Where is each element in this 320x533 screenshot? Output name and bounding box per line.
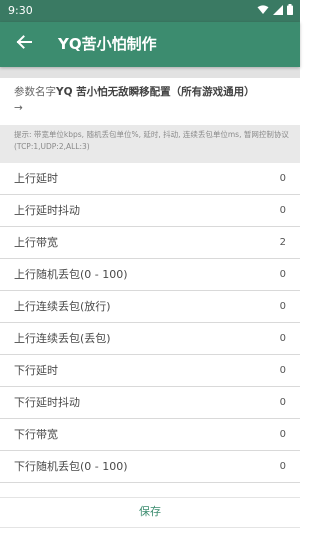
param-row-downlink-delay[interactable]: 下行延时 0 bbox=[0, 355, 300, 387]
param-list: 上行延时 0 上行延时抖动 0 上行带宽 2 上行随机丢包(0 - 100) 0… bbox=[0, 163, 300, 483]
status-bar: 9:30 bbox=[0, 0, 300, 22]
config-name-value: YQ 苦小怕无敌瞬移配置（所有游戏通用） bbox=[56, 86, 255, 98]
bottom-divider bbox=[0, 527, 300, 528]
wifi-icon bbox=[257, 4, 269, 18]
param-value: 0 bbox=[279, 333, 286, 344]
param-value: 0 bbox=[279, 301, 286, 312]
param-row-downlink-jitter[interactable]: 下行延时抖动 0 bbox=[0, 387, 300, 419]
param-row-uplink-random-loss[interactable]: 上行随机丢包(0 - 100) 0 bbox=[0, 259, 300, 291]
param-label: 下行随机丢包(0 - 100) bbox=[14, 460, 128, 473]
param-row-uplink-burst-drop[interactable]: 上行连续丢包(丢包) 0 bbox=[0, 323, 300, 355]
param-value: 0 bbox=[279, 205, 286, 216]
param-label: 下行延时抖动 bbox=[14, 396, 80, 409]
param-value: 2 bbox=[279, 237, 286, 248]
config-name-label: 参数名字 bbox=[14, 86, 56, 98]
param-row-downlink-bandwidth[interactable]: 下行带宽 0 bbox=[0, 419, 300, 451]
param-value: 0 bbox=[279, 429, 286, 440]
param-value: 0 bbox=[279, 269, 286, 280]
status-time: 9:30 bbox=[8, 4, 33, 17]
param-row-downlink-random-loss[interactable]: 下行随机丢包(0 - 100) 0 bbox=[0, 451, 300, 483]
param-label: 上行带宽 bbox=[14, 236, 58, 249]
param-label: 上行延时 bbox=[14, 172, 58, 185]
app-bar: YQ苦小怕制作 bbox=[0, 22, 300, 67]
param-value: 0 bbox=[279, 397, 286, 408]
param-label: 上行连续丢包(丢包) bbox=[14, 332, 111, 345]
content-scroll-area[interactable]: 参数名字YQ 苦小怕无敌瞬移配置（所有游戏通用） → 提示: 带宽单位kbps,… bbox=[0, 67, 300, 497]
app-title: YQ苦小怕制作 bbox=[58, 35, 157, 53]
bottom-bar: 保存 bbox=[0, 497, 300, 533]
hint-box: 提示: 带宽单位kbps, 随机丢包单位%, 延时, 抖动, 连续丢包单位ms,… bbox=[0, 125, 300, 163]
arrow-icon: → bbox=[14, 102, 23, 114]
param-label: 下行带宽 bbox=[14, 428, 58, 441]
status-icons bbox=[257, 4, 293, 18]
hint-text: 提示: 带宽单位kbps, 随机丢包单位%, 延时, 抖动, 连续丢包单位ms,… bbox=[14, 130, 289, 151]
signal-icon bbox=[273, 4, 283, 18]
back-button[interactable] bbox=[12, 32, 36, 56]
top-gray-band bbox=[0, 67, 300, 78]
config-name-row[interactable]: 参数名字YQ 苦小怕无敌瞬移配置（所有游戏通用） → bbox=[0, 78, 300, 125]
param-label: 上行连续丢包(放行) bbox=[14, 300, 111, 313]
battery-icon bbox=[287, 4, 293, 18]
param-value: 0 bbox=[279, 461, 286, 472]
param-value: 0 bbox=[279, 173, 286, 184]
param-row-uplink-bandwidth[interactable]: 上行带宽 2 bbox=[0, 227, 300, 259]
param-label: 上行随机丢包(0 - 100) bbox=[14, 268, 128, 281]
param-row-uplink-burst-pass[interactable]: 上行连续丢包(放行) 0 bbox=[0, 291, 300, 323]
param-row-uplink-jitter[interactable]: 上行延时抖动 0 bbox=[0, 195, 300, 227]
param-value: 0 bbox=[279, 365, 286, 376]
save-button[interactable]: 保存 bbox=[0, 498, 300, 526]
param-label: 上行延时抖动 bbox=[14, 204, 80, 217]
param-row-uplink-delay[interactable]: 上行延时 0 bbox=[0, 163, 300, 195]
back-arrow-icon bbox=[16, 34, 32, 54]
param-label: 下行延时 bbox=[14, 364, 58, 377]
